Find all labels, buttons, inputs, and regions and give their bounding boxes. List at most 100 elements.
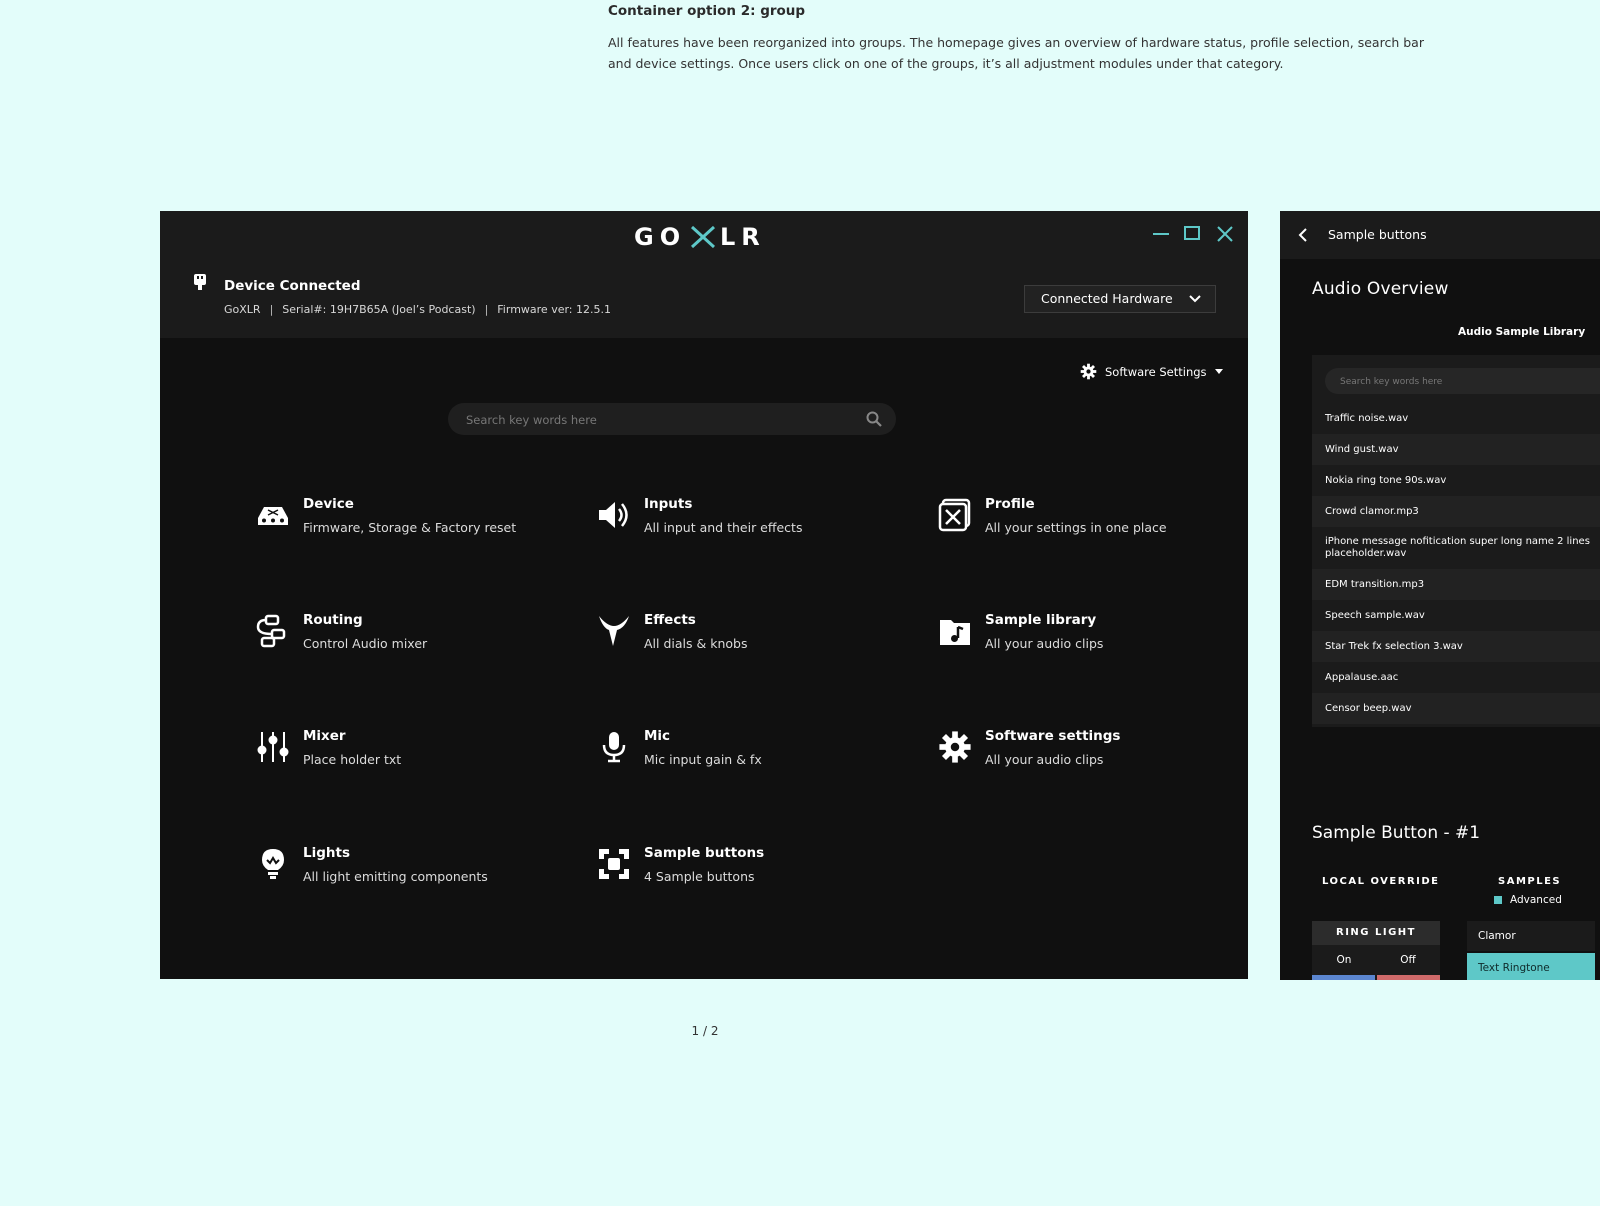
sample-options-list: Clamor Text Ringtone [1467,921,1595,980]
category-inputs[interactable]: Inputs All input and their effects [597,496,897,548]
speaker-icon [597,498,631,532]
category-title: Device [303,496,354,512]
category-subtitle: All your audio clips [985,636,1104,651]
library-search-input[interactable] [1338,368,1592,396]
category-sample-buttons[interactable]: Sample buttons 4 Sample buttons [597,845,897,897]
advanced-label: Advanced [1510,894,1562,906]
separator: | [269,303,274,316]
category-subtitle: Firmware, Storage & Factory reset [303,520,517,535]
list-item[interactable]: Traffic noise.wav [1312,403,1600,434]
sample-buttons-icon [597,847,631,881]
category-sample-library[interactable]: Sample library All your audio clips [938,612,1238,664]
ring-light-on-button[interactable]: On [1312,945,1376,975]
list-item[interactable]: Crowd clamor.mp3 [1312,496,1600,527]
category-subtitle: All input and their effects [644,520,803,535]
category-mixer[interactable]: Mixer Place holder txt [256,728,556,780]
gear-icon [938,730,972,764]
svg-text:LR: LR [720,223,766,251]
category-title: Sample buttons [644,845,765,861]
audio-sample-list: Traffic noise.wav Wind gust.wav Nokia ri… [1312,355,1600,727]
gear-icon [1080,363,1097,380]
separator: | [484,303,489,316]
list-item[interactable]: Appalause.aac [1312,662,1600,693]
list-item[interactable]: iPhone message nofitication super long n… [1312,527,1600,569]
sample-option-selected[interactable]: Text Ringtone [1467,953,1595,980]
category-profile[interactable]: Profile All your settings in one place [938,496,1238,548]
category-title: Inputs [644,496,693,512]
audio-sample-library-heading: Audio Sample Library [1458,326,1586,338]
off-color-bar [1377,975,1440,980]
samples-label: SAMPLES [1498,876,1562,887]
advanced-toggle[interactable]: Advanced [1494,894,1562,906]
device-name: GoXLR [224,303,261,316]
list-item[interactable]: EDM transition.mp3 [1312,569,1600,600]
audio-overview-heading: Audio Overview [1312,279,1449,299]
mic-icon [597,730,631,764]
category-subtitle: Place holder txt [303,752,402,767]
app-window: GO LR Device Connected GoXLR | Serial#: 19… [160,211,1248,979]
doc-description: All features have been reorganized into … [608,35,1424,71]
device-status-meta: GoXLR | Serial#: 19H7B65A (Joel’s Podcast)… [224,303,611,316]
category-subtitle: 4 Sample buttons [644,869,755,884]
category-routing[interactable]: Routing Control Audio mixer [256,612,556,664]
list-item[interactable]: Wind gust.wav [1312,434,1600,465]
category-title: Routing [303,612,363,628]
sample-option[interactable]: Clamor [1467,921,1595,951]
category-device[interactable]: Device Firmware, Storage & Factory reset [256,496,556,548]
library-search[interactable] [1325,368,1600,396]
panel-header: Sample buttons [1280,211,1600,259]
category-subtitle: All your audio clips [985,752,1104,767]
list-item[interactable]: Speech sample.wav [1312,600,1600,631]
effects-icon [597,614,631,648]
category-title: Software settings [985,728,1121,744]
routing-icon [256,614,290,648]
category-subtitle: All your settings in one place [985,520,1167,535]
connected-hardware-label: Connected Hardware [1041,291,1173,306]
category-lights[interactable]: Lights All light emitting components [256,845,556,897]
category-title: Profile [985,496,1035,512]
software-settings-label: Software Settings [1105,364,1207,379]
category-subtitle: All light emitting components [303,869,488,884]
device-icon [256,498,290,532]
title-bar: GO LR Device Connected GoXLR | Serial#: 19… [160,211,1248,338]
software-settings-menu[interactable]: Software Settings [1080,363,1223,380]
bulb-icon [256,847,290,881]
category-title: Sample library [985,612,1097,628]
music-folder-icon [938,614,972,648]
advanced-indicator [1494,896,1502,904]
category-title: Effects [644,612,696,628]
list-item[interactable]: Censor beep.wav [1312,693,1600,724]
sliders-icon [256,730,290,764]
ring-light-label: RING LIGHT [1312,921,1440,945]
back-arrow-icon[interactable] [1298,228,1308,242]
category-subtitle: Control Audio mixer [303,636,428,651]
page-indicator: 1 / 2 [691,1024,719,1038]
sample-buttons-panel: Sample buttons Audio Overview Audio Samp… [1280,211,1600,980]
category-subtitle: All dials & knobs [644,636,748,651]
ring-light-control: RING LIGHT On Off [1312,921,1440,980]
profile-icon [938,498,972,532]
search-icon[interactable] [866,411,882,427]
caret-down-icon [1214,369,1223,374]
svg-text:GO: GO [634,223,686,251]
close-icon[interactable] [1214,223,1236,245]
list-item[interactable]: Nokia ring tone 90s.wav [1312,465,1600,496]
connected-hardware-dropdown[interactable]: Connected Hardware [1024,285,1216,313]
search-bar[interactable] [448,403,896,437]
category-software-settings[interactable]: Software settings All your audio clips [938,728,1238,780]
on-color-bar [1312,975,1375,980]
minimize-icon[interactable] [1150,223,1172,245]
search-input[interactable] [464,403,848,437]
category-title: Mic [644,728,671,744]
device-status-title: Device Connected [224,278,361,294]
maximize-icon[interactable] [1181,223,1203,245]
category-title: Lights [303,845,350,861]
ring-light-off-button[interactable]: Off [1376,945,1440,975]
list-item[interactable]: Star Trek fx selection 3.wav [1312,631,1600,662]
category-effects[interactable]: Effects All dials & knobs [597,612,897,664]
sample-button-heading: Sample Button - #1 [1312,823,1481,843]
doc-title: Container option 2: group [608,3,806,19]
category-subtitle: Mic input gain & fx [644,752,762,767]
category-mic[interactable]: Mic Mic input gain & fx [597,728,897,780]
device-serial: Serial#: 19H7B65A (Joel’s Podcast) [282,303,476,316]
